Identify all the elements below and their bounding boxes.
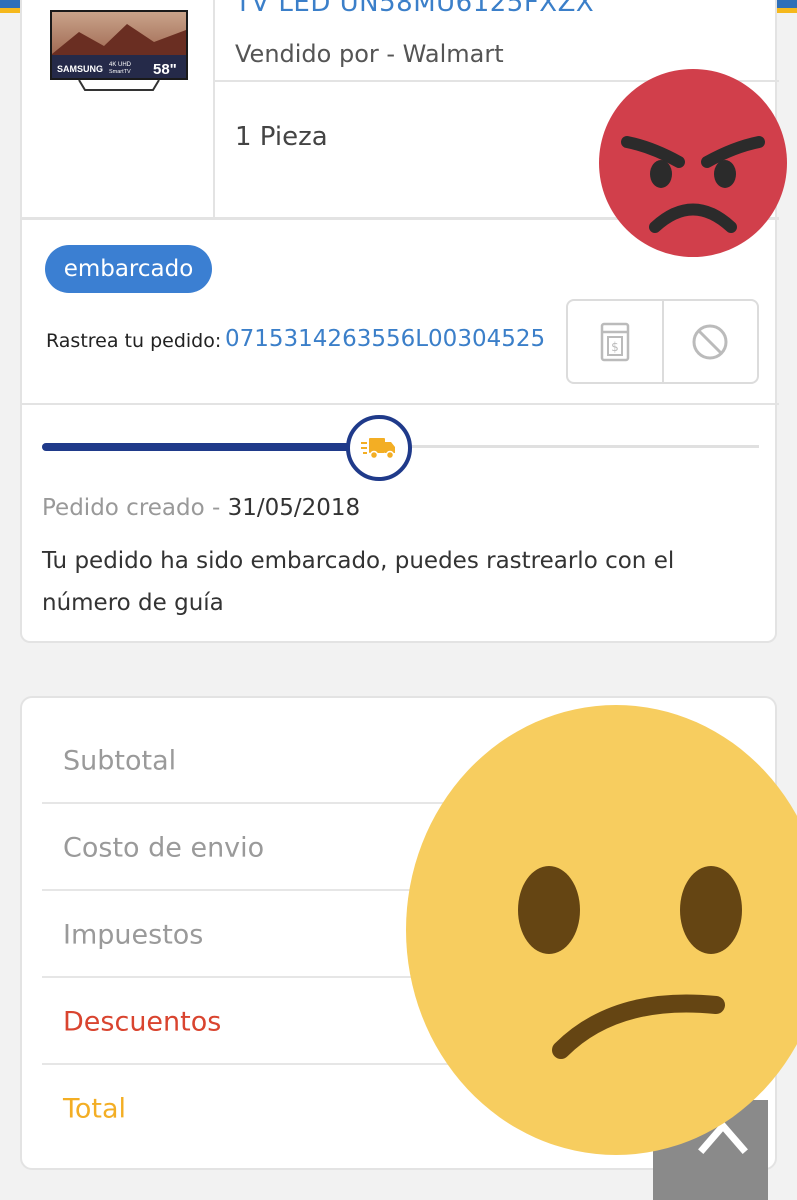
product-image[interactable]: SAMSUNG 4K UHD SmartTV 58" bbox=[49, 10, 189, 92]
summary-label: Costo de envio bbox=[63, 832, 265, 864]
svg-text:$: $ bbox=[611, 340, 619, 354]
tracking-number-link[interactable]: 0715314263556L00304525 bbox=[225, 326, 545, 352]
status-badge: embarcado bbox=[45, 245, 212, 293]
order-created-label: Pedido creado - bbox=[42, 495, 228, 521]
invoice-button[interactable]: $ bbox=[568, 301, 662, 382]
summary-label: Total bbox=[63, 1093, 127, 1125]
progress-fill bbox=[42, 443, 379, 451]
summary-label: Descuentos bbox=[63, 1006, 222, 1038]
truck-icon bbox=[361, 438, 395, 460]
order-created-line: Pedido creado - 31/05/2018 bbox=[42, 495, 360, 521]
receipt-icon: $ bbox=[600, 322, 629, 361]
divider bbox=[22, 403, 779, 405]
tv-brand-text: SAMSUNG bbox=[57, 64, 103, 74]
tv-spec-text: 4K UHD bbox=[109, 62, 132, 68]
product-title-link[interactable]: TV LED UN58MU6125FXZX bbox=[235, 0, 594, 18]
confused-face-emoji bbox=[406, 705, 797, 1155]
tv-size-text: 58" bbox=[153, 61, 177, 78]
product-image-cell: SAMSUNG 4K UHD SmartTV 58" bbox=[22, 0, 215, 218]
cancel-icon bbox=[692, 324, 728, 359]
cancel-order-button[interactable] bbox=[661, 301, 758, 382]
status-message: Tu pedido ha sido embarcado, puedes rast… bbox=[42, 548, 675, 616]
seller-label: Vendido por - Walmart bbox=[235, 40, 504, 68]
order-created-date: 31/05/2018 bbox=[227, 495, 361, 521]
summary-label: Subtotal bbox=[63, 745, 177, 777]
angry-face-emoji bbox=[599, 69, 787, 257]
tv-smart-text: SmartTV bbox=[109, 69, 131, 75]
tracking-label: Rastrea tu pedido: bbox=[46, 330, 222, 352]
progress-marker bbox=[346, 415, 412, 481]
order-actions: $ bbox=[566, 299, 759, 384]
summary-label: Impuestos bbox=[63, 919, 204, 951]
quantity-label: 1 Pieza bbox=[235, 122, 328, 152]
